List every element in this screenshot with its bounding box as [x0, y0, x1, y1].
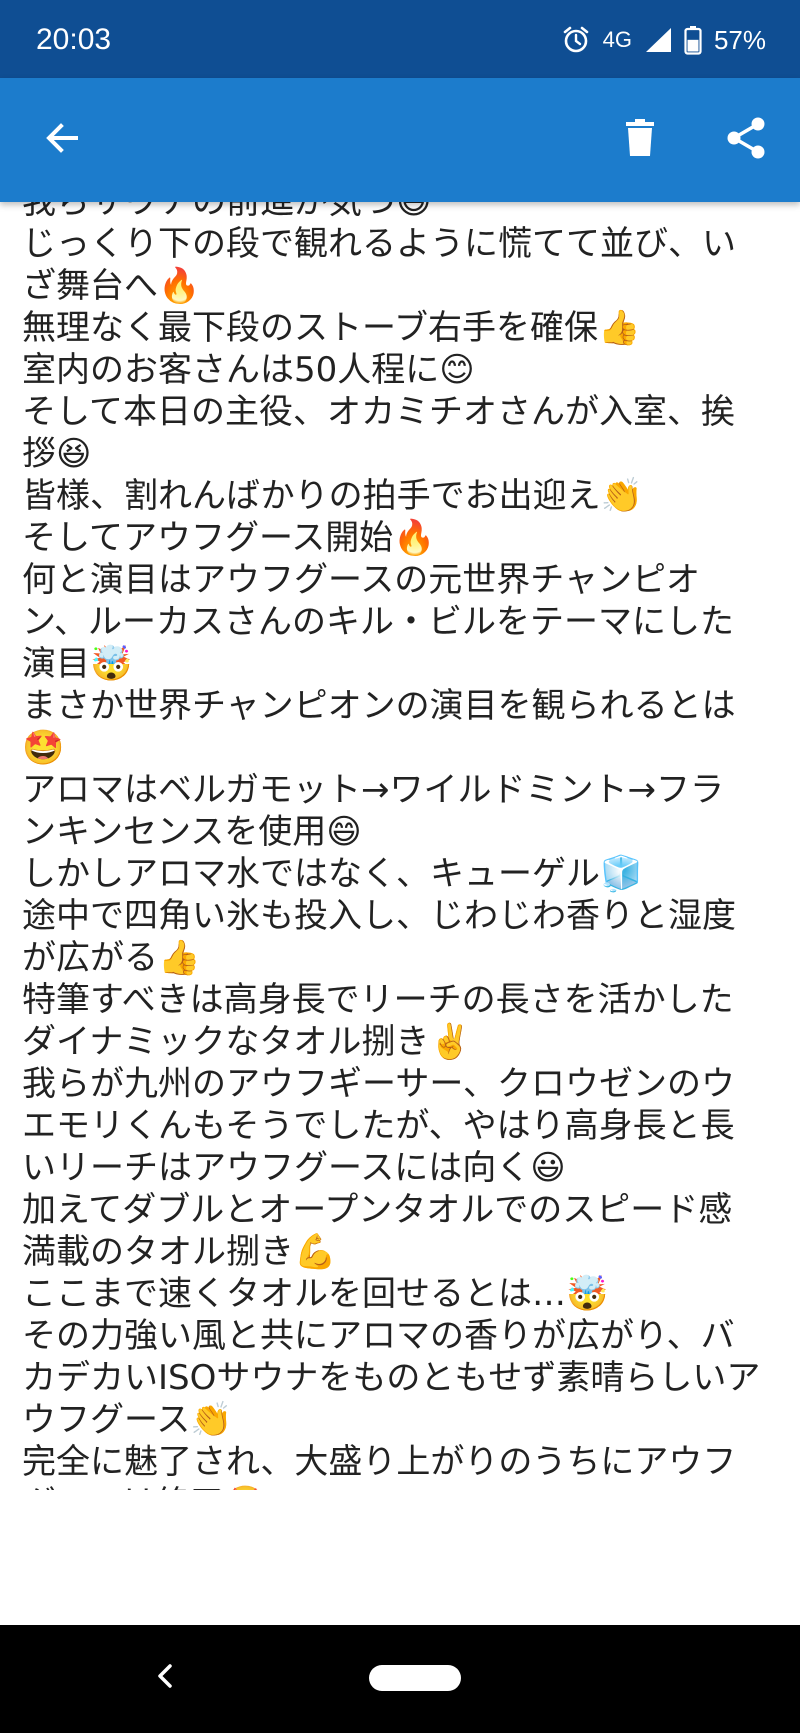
text-line: 途中で四角い氷も投入し、じわじわ香りと湿度: [22, 896, 736, 936]
text-line: ンキンセンスを使用😄: [22, 812, 362, 852]
text-line: 我らが九州のアウフギーサー、クロウゼンのウ: [22, 1064, 735, 1104]
share-button[interactable]: [716, 110, 776, 170]
status-time: 20:03: [36, 23, 112, 56]
text-line: じっくり下の段で観れるように慌てて並び、い: [22, 224, 736, 264]
text-line: 完全に魅了され、大盛り上がりのうちにアウフ: [22, 1442, 737, 1482]
text-line: カデカいISOサウナをものともせず素晴らしいア: [22, 1358, 761, 1398]
back-button[interactable]: [32, 110, 92, 170]
text-line: ン、ルーカスさんのキル・ビルをテーマにした: [22, 602, 734, 642]
status-bar: 20:03 4G 57%: [0, 0, 800, 78]
text-line: 皆様、割れんばかりの拍手でお出迎え👏: [22, 476, 644, 516]
text-line: 我らサウナの前進が気づ😄: [22, 202, 432, 222]
text-line: 満載のタオル捌き💪: [22, 1232, 337, 1272]
text-line: 室内のお客さんは50人程に😊: [22, 350, 475, 390]
battery-icon: [684, 25, 702, 55]
text-line: 演目🤯: [22, 644, 133, 684]
app-bar: [0, 78, 800, 202]
trash-icon: [623, 118, 657, 162]
signal-icon: [644, 26, 672, 54]
text-line: が広がる👍: [22, 938, 201, 978]
text-line: 加えてダブルとオープンタオルでのスピード感: [22, 1190, 733, 1230]
network-type: 4G: [602, 27, 632, 52]
text-line: いリーチはアウフグースには向く😃: [22, 1148, 566, 1188]
status-icons: 4G 57%: [561, 20, 766, 60]
delete-button[interactable]: [610, 110, 670, 170]
text-line: その力強い風と共にアロマの香りが広がり、バ: [22, 1316, 735, 1356]
text-line: 拶😆: [22, 434, 92, 474]
text-line: そしてアウフグース開始🔥: [22, 518, 436, 558]
nav-back-icon: [153, 1661, 177, 1695]
text-line: そして本日の主役、オカミチオさんが入室、挨: [22, 392, 735, 432]
nav-back-button[interactable]: [140, 1653, 190, 1703]
note-content[interactable]: 我らサウナの前進が気づ😄 じっくり下の段で観れるように慌てて並び、い ざ舞台へ🔥 無理…: [0, 202, 800, 1490]
text-line: まさか世界チャンピオンの演目を観られるとは: [22, 686, 736, 726]
back-arrow-icon: [42, 118, 82, 162]
text-line: 🤩: [22, 728, 65, 768]
text-line: ダイナミックなタオル捌き✌️: [22, 1022, 472, 1062]
text-line: しかしアロマ水ではなく、キューゲル🧊: [22, 854, 643, 894]
battery-percent: 57%: [713, 24, 766, 55]
note-text: 我らサウナの前進が気づ😄 じっくり下の段で観れるように慌てて並び、い ざ舞台へ🔥 無理…: [22, 202, 792, 1490]
text-line: 何と演目はアウフグースの元世界チャンピオ: [22, 560, 700, 600]
text-line: 特筆すべきは高身長でリーチの長さを活かした: [22, 980, 734, 1020]
text-line: ざ舞台へ🔥: [22, 266, 201, 306]
text-line: ここまで速くタオルを回せるとは…🤯: [22, 1274, 609, 1314]
text-line: アロマはベルガモット→ワイルドミント→フラ: [22, 770, 724, 810]
text-line: 無理なく最下段のストーブ右手を確保👍: [22, 308, 641, 348]
text-line: グースは終了🤩: [22, 1483, 792, 1490]
home-pill-icon[interactable]: [369, 1665, 461, 1691]
text-line: ウフグース👏: [22, 1400, 233, 1440]
navigation-bar: [0, 1625, 800, 1733]
alarm-icon: [561, 25, 591, 55]
text-line: エモリくんもそうでしたが、やはり高身長と長: [22, 1106, 735, 1146]
share-icon: [724, 116, 768, 164]
